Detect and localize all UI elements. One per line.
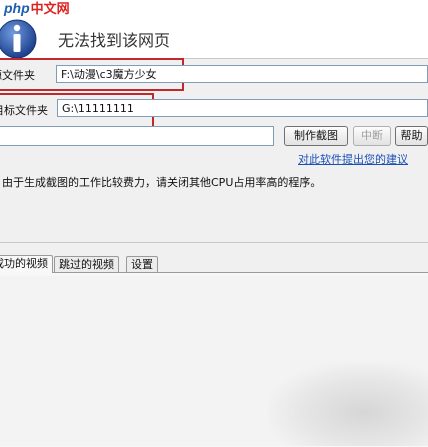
feedback-link[interactable]: 对此软件提出您的建议 (298, 151, 408, 167)
target-folder-input[interactable]: G:\11111111 (57, 99, 428, 117)
watermark-cn: 中文网 (30, 1, 70, 16)
status-note: 由于生成截图的工作比较费力，请关闭其他CPU占用率高的程序。 (2, 176, 322, 189)
tab-success-videos[interactable]: 成功的视频 (0, 255, 53, 273)
source-label: 源文件夹 (0, 69, 35, 82)
target-label: 目标文件夹 (0, 104, 48, 117)
progress-bar (0, 126, 274, 146)
watermark: php中文网 (4, 1, 70, 17)
divider (0, 242, 428, 243)
watermark-php: php (4, 0, 30, 16)
help-button[interactable]: 帮助 (395, 126, 428, 146)
info-icon (0, 19, 37, 58)
page-title: 无法找到该网页 (58, 31, 171, 50)
watermark-blur (268, 362, 428, 446)
make-screenshot-button[interactable]: 制作截图 (284, 126, 348, 146)
tab-settings[interactable]: 设置 (126, 256, 158, 272)
pause-button[interactable]: 中断 (353, 126, 391, 146)
source-folder-input[interactable]: F:\动漫\c3魔方少女 (56, 65, 428, 83)
tab-skipped-videos[interactable]: 跳过的视频 (54, 256, 119, 272)
